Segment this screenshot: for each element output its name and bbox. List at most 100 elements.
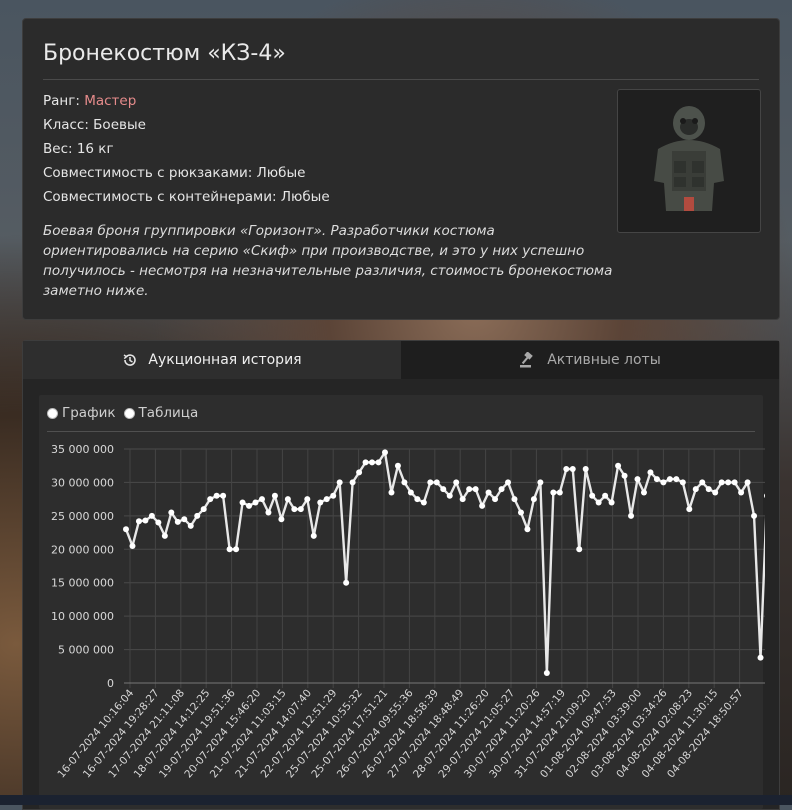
data-point: [233, 546, 240, 553]
data-point: [621, 472, 628, 479]
data-point: [414, 496, 421, 503]
gavel-icon: [520, 352, 534, 368]
data-point: [634, 476, 641, 483]
data-point: [181, 516, 188, 523]
item-description: Боевая броня группировки «Горизонт». Раз…: [43, 223, 613, 299]
taskbar: [0, 795, 792, 805]
tab-auction-history-label: Аукционная история: [148, 352, 302, 368]
data-point: [582, 466, 589, 473]
data-point: [284, 496, 291, 503]
data-point: [194, 512, 201, 519]
weight-row: Вес: 16 кг: [43, 141, 114, 157]
rank-value: Мастер: [84, 93, 137, 109]
data-point: [123, 526, 129, 533]
data-point: [252, 499, 259, 506]
data-point: [304, 496, 311, 503]
tab-content: График Таблица 05 000 000 10 000 000 15 00…: [23, 379, 779, 809]
y-tick-label: 35 000 000: [51, 443, 114, 456]
data-point: [226, 546, 233, 553]
data-point: [725, 479, 732, 486]
data-point: [258, 496, 265, 503]
data-point: [485, 489, 492, 496]
tab-bar: Аукционная история Активные лоты: [23, 341, 779, 379]
data-point: [738, 489, 745, 496]
data-point: [330, 492, 337, 499]
data-point: [647, 469, 654, 476]
data-point: [673, 476, 680, 483]
data-point: [550, 489, 557, 496]
data-point: [757, 654, 764, 661]
data-point: [265, 509, 272, 516]
data-point: [369, 459, 376, 466]
data-point: [148, 512, 155, 519]
data-point: [220, 492, 227, 499]
data-point: [466, 486, 473, 493]
data-point: [640, 489, 647, 496]
data-point: [362, 459, 369, 466]
data-point: [524, 526, 531, 533]
data-point: [492, 496, 499, 503]
item-properties: Ранг: Мастер Класс: Боевые Вес: 16 кг Со…: [43, 89, 330, 209]
armor-suit-icon: [654, 106, 724, 211]
price-series-line: [124, 451, 765, 675]
tab-active-lots-label: Активные лоты: [547, 352, 661, 368]
data-point: [356, 469, 363, 476]
data-point: [407, 489, 414, 496]
data-point: [628, 512, 635, 519]
data-point: [569, 466, 576, 473]
y-tick-label: 30 000 000: [51, 476, 114, 489]
data-point: [343, 579, 350, 586]
data-point: [291, 506, 298, 513]
data-point: [705, 486, 712, 493]
data-point: [543, 669, 550, 676]
data-point: [563, 466, 570, 473]
tab-auction-history[interactable]: Аукционная история: [23, 341, 401, 379]
data-point: [427, 479, 434, 486]
data-point: [453, 479, 460, 486]
data-point: [401, 479, 408, 486]
backpack-compat-row: Совместимость с рюкзаками: Любые: [43, 165, 306, 181]
class-row: Класс: Боевые: [43, 117, 146, 133]
data-point: [595, 499, 602, 506]
data-point: [433, 479, 440, 486]
data-point: [718, 479, 725, 486]
data-point: [589, 492, 596, 499]
data-point: [660, 479, 667, 486]
data-point: [310, 532, 317, 539]
data-point: [271, 492, 278, 499]
item-card: Бронекостюм «КЗ-4» Ранг: Мастер Класс: Б…: [22, 18, 780, 320]
data-point: [168, 509, 175, 516]
data-point: [602, 492, 609, 499]
item-image: [617, 89, 761, 233]
data-point: [556, 489, 563, 496]
data-point: [472, 486, 479, 493]
data-point: [187, 522, 194, 529]
data-point: [712, 489, 719, 496]
data-point: [317, 499, 324, 506]
y-tick-label: 10 000 000: [51, 610, 114, 623]
data-point: [213, 492, 220, 499]
data-point: [297, 506, 304, 513]
data-point: [459, 496, 466, 503]
title-divider: [43, 79, 759, 80]
data-point: [129, 542, 136, 549]
history-icon: [123, 354, 137, 366]
data-point: [381, 449, 388, 456]
container-compat-row: Совместимость с контейнерами: Любые: [43, 189, 330, 205]
price-line-chart: 0 5 000 000 10 000 000 15 000 000 20 000 000…: [51, 443, 765, 780]
data-point: [692, 486, 699, 493]
y-tick-label: 20 000 000: [51, 543, 114, 556]
data-point: [666, 476, 673, 483]
y-tick-label: 25 000 000: [51, 510, 114, 523]
data-point: [174, 518, 181, 525]
tab-active-lots[interactable]: Активные лоты: [401, 341, 779, 379]
data-point: [479, 502, 486, 509]
data-point: [511, 496, 518, 503]
data-point: [744, 479, 751, 486]
data-point: [530, 496, 537, 503]
data-point: [517, 509, 524, 516]
data-point: [608, 499, 615, 506]
data-point: [764, 493, 765, 499]
data-point: [505, 479, 512, 486]
history-panel: Аукционная история Активные лоты График …: [22, 340, 780, 810]
